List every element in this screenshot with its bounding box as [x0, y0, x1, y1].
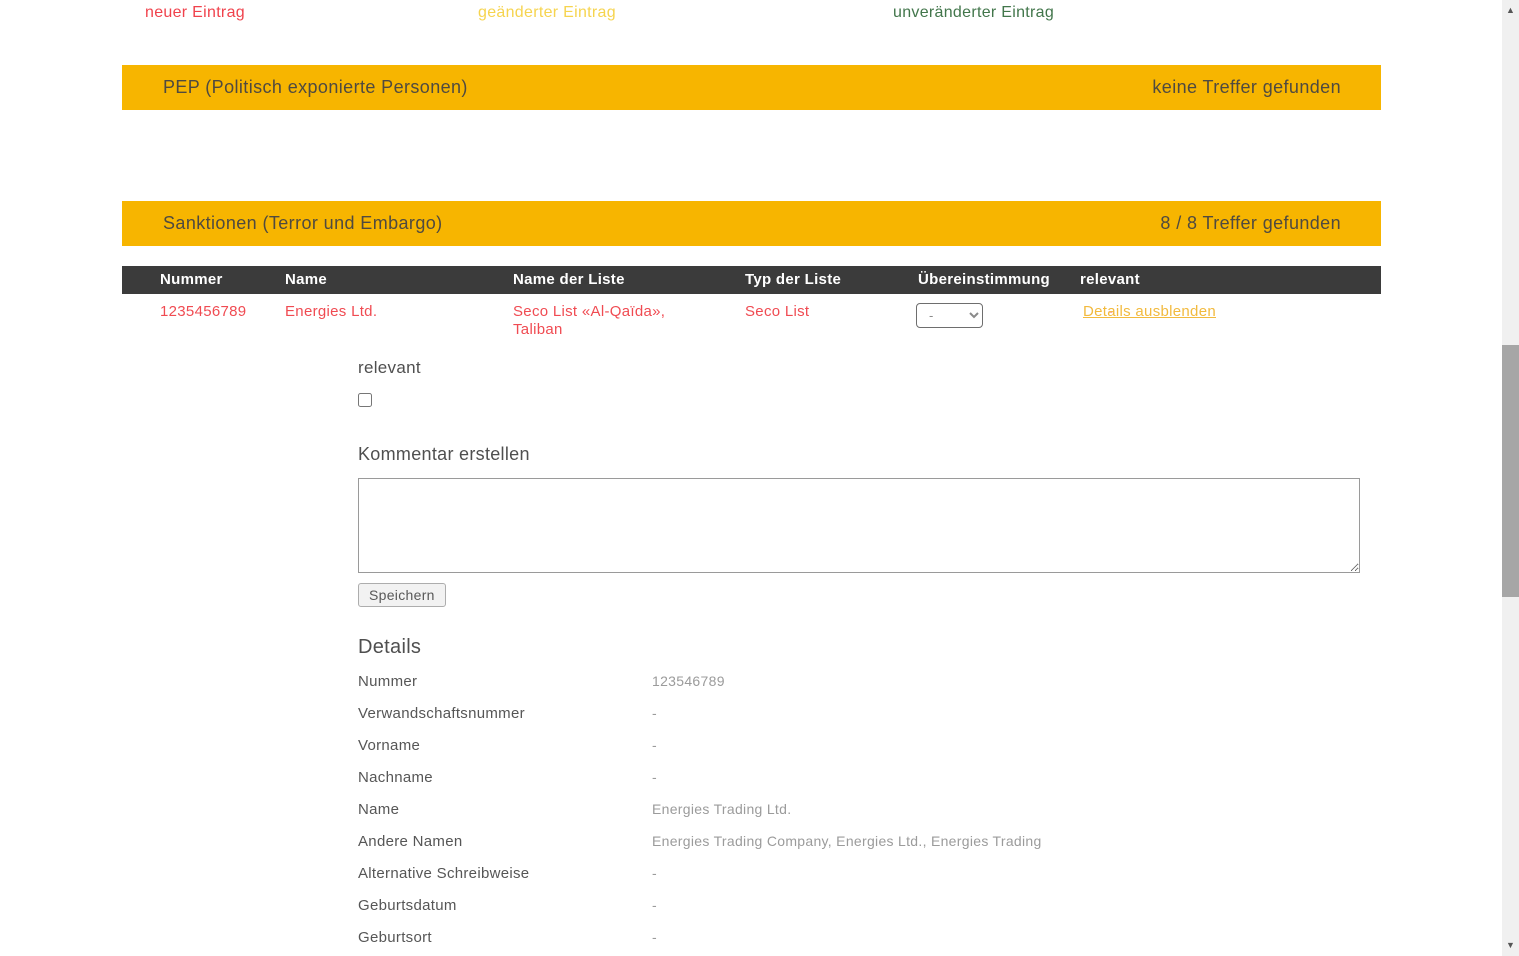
comment-textarea[interactable]: [358, 478, 1360, 573]
row-nummer: 1235456789: [160, 303, 246, 321]
row-name: Energies Ltd.: [285, 303, 377, 321]
scroll-up-icon[interactable]: ▲: [1502, 2, 1519, 19]
results-table-header: Nummer Name Name der Liste Typ der Liste…: [122, 266, 1381, 294]
field-label: Alternative Schreibweise: [358, 865, 529, 882]
column-header-name-der-liste: Name der Liste: [513, 271, 625, 288]
field-value: Energies Trading Ltd.: [652, 801, 791, 817]
save-button[interactable]: Speichern: [358, 583, 446, 607]
detail-field-name: Name Energies Trading Ltd.: [358, 801, 1358, 821]
sanctions-section-result: 8 / 8 Treffer gefunden: [1160, 213, 1341, 234]
screening-results-page: neuer Eintrag geänderter Eintrag unverän…: [0, 0, 1519, 956]
details-toggle-link[interactable]: Details ausblenden: [1083, 303, 1216, 320]
field-label: Andere Namen: [358, 833, 463, 850]
field-value: -: [652, 737, 657, 753]
field-value: -: [652, 897, 657, 913]
detail-field-alternative-schreibweise: Alternative Schreibweise -: [358, 865, 1358, 885]
field-value: -: [652, 769, 657, 785]
field-value: -: [652, 929, 657, 945]
field-label: Nummer: [358, 673, 417, 690]
field-label: Name: [358, 801, 399, 818]
detail-field-vorname: Vorname -: [358, 737, 1358, 757]
sanctions-section-title: Sanktionen (Terror und Embargo): [163, 213, 443, 234]
column-header-relevant: relevant: [1080, 271, 1140, 288]
row-liste-name: Seco List «Al-Qaïda», Taliban: [513, 303, 718, 339]
legend-new-entry: neuer Eintrag: [145, 4, 245, 22]
detail-field-nachname: Nachname -: [358, 769, 1358, 789]
pep-section-result: keine Treffer gefunden: [1152, 77, 1341, 98]
detail-field-nummer: Nummer 123546789: [358, 673, 1358, 693]
uebereinstimmung-select[interactable]: -: [916, 303, 983, 328]
field-label: Geburtsort: [358, 929, 432, 946]
column-header-nummer: Nummer: [160, 271, 223, 288]
legend-changed-entry: geänderter Eintrag: [478, 4, 616, 22]
field-label: Vorname: [358, 737, 420, 754]
detail-field-verwandschaftsnummer: Verwandschaftsnummer -: [358, 705, 1358, 725]
field-value: -: [652, 705, 657, 721]
field-label: Nachname: [358, 769, 433, 786]
scroll-down-icon[interactable]: ▼: [1502, 937, 1519, 954]
detail-field-andere-namen: Andere Namen Energies Trading Company, E…: [358, 833, 1358, 853]
sanctions-section-banner: Sanktionen (Terror und Embargo) 8 / 8 Tr…: [122, 201, 1381, 246]
column-header-name: Name: [285, 271, 327, 288]
detail-field-geburtsdatum: Geburtsdatum -: [358, 897, 1358, 917]
field-value: Energies Trading Company, Energies Ltd.,…: [652, 833, 1042, 849]
legend-unchanged-entry: unveränderter Eintrag: [893, 4, 1054, 22]
field-label: Geburtsdatum: [358, 897, 457, 914]
comment-label: Kommentar erstellen: [358, 444, 530, 465]
table-row: 1235456789 Energies Ltd. Seco List «Al-Q…: [122, 303, 1381, 343]
pep-section-title: PEP (Politisch exponierte Personen): [163, 77, 468, 98]
column-header-uebereinstimmung: Übereinstimmung: [918, 271, 1050, 288]
column-header-typ-der-liste: Typ der Liste: [745, 271, 841, 288]
field-label: Verwandschaftsnummer: [358, 705, 525, 722]
scrollbar-thumb[interactable]: [1502, 345, 1519, 597]
details-heading: Details: [358, 636, 421, 659]
relevant-label: relevant: [358, 358, 421, 378]
detail-field-geburtsort: Geburtsort -: [358, 929, 1358, 949]
field-value: 123546789: [652, 673, 725, 689]
vertical-scrollbar[interactable]: ▲ ▼: [1502, 0, 1519, 956]
relevant-checkbox[interactable]: [358, 393, 372, 407]
field-value: -: [652, 865, 657, 881]
pep-section-banner: PEP (Politisch exponierte Personen) kein…: [122, 65, 1381, 110]
row-liste-typ: Seco List: [745, 303, 809, 321]
